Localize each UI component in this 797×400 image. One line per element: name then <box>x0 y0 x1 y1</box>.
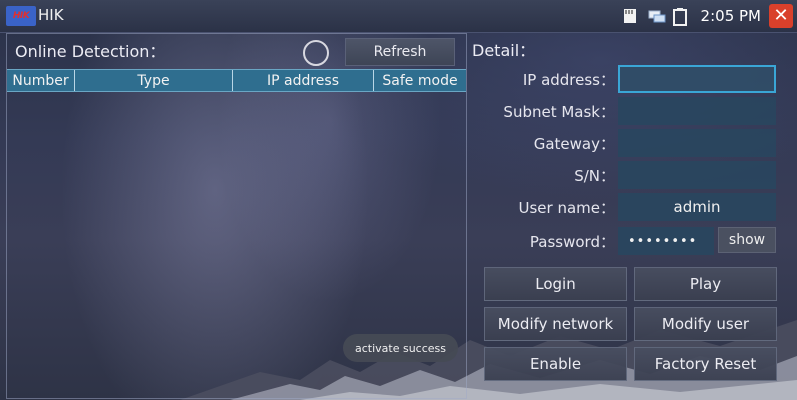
sn-row: S/N： <box>466 161 797 189</box>
column-type[interactable]: Type <box>75 70 233 91</box>
hik-logo-icon: HIK <box>6 6 36 26</box>
user-name-label: User name： <box>518 198 616 217</box>
factory-reset-button[interactable]: Factory Reset <box>634 347 777 381</box>
sn-label: S/N： <box>574 166 615 185</box>
battery-icon <box>672 8 691 26</box>
device-table-header: Number Type IP address Safe mode <box>7 69 466 92</box>
ip-address-row: IP address： <box>466 65 797 93</box>
close-button[interactable]: ✕ <box>769 4 793 28</box>
title-bar: HIK HIK 2:05 PM ✕ <box>0 0 797 33</box>
clock: 2:05 PM <box>700 7 761 25</box>
user-name-field[interactable]: admin <box>618 193 776 221</box>
login-button[interactable]: Login <box>484 267 627 301</box>
detail-title: Detail： <box>472 41 536 60</box>
password-row: Password： •••••••• show <box>466 227 797 255</box>
status-area: 2:05 PM ✕ <box>621 0 797 32</box>
sd-card-icon <box>621 8 639 24</box>
modify-network-button[interactable]: Modify network <box>484 307 627 341</box>
column-safe-mode[interactable]: Safe mode <box>374 70 466 91</box>
ip-address-field[interactable] <box>618 65 776 93</box>
column-ip-address[interactable]: IP address <box>233 70 374 91</box>
toast-message: activate success <box>343 334 458 362</box>
online-detection-title: Online Detection： <box>15 42 166 61</box>
network-icon <box>647 8 666 24</box>
online-detection-panel: Online Detection： Refresh Number Type IP… <box>6 33 467 399</box>
modify-user-button[interactable]: Modify user <box>634 307 777 341</box>
subnet-mask-field[interactable] <box>618 97 776 125</box>
play-button[interactable]: Play <box>634 267 777 301</box>
ip-address-label: IP address： <box>522 70 615 89</box>
subnet-mask-label: Subnet Mask： <box>503 102 615 121</box>
app-title: HIK <box>38 6 64 24</box>
enable-button[interactable]: Enable <box>484 347 627 381</box>
sn-field[interactable] <box>618 161 776 189</box>
gateway-label: Gateway： <box>533 134 615 153</box>
password-field[interactable]: •••••••• <box>618 227 714 255</box>
close-icon: ✕ <box>773 5 789 26</box>
refresh-button[interactable]: Refresh <box>345 38 455 66</box>
loading-spinner-icon <box>303 40 329 66</box>
show-password-button[interactable]: show <box>718 227 776 253</box>
password-label: Password： <box>529 232 615 251</box>
gateway-row: Gateway： <box>466 129 797 157</box>
detail-panel: Detail： IP address： Subnet Mask： Gateway… <box>466 33 797 400</box>
user-name-row: User name： admin <box>466 193 797 221</box>
subnet-mask-row: Subnet Mask： <box>466 97 797 125</box>
column-number[interactable]: Number <box>7 70 75 91</box>
gateway-field[interactable] <box>618 129 776 157</box>
